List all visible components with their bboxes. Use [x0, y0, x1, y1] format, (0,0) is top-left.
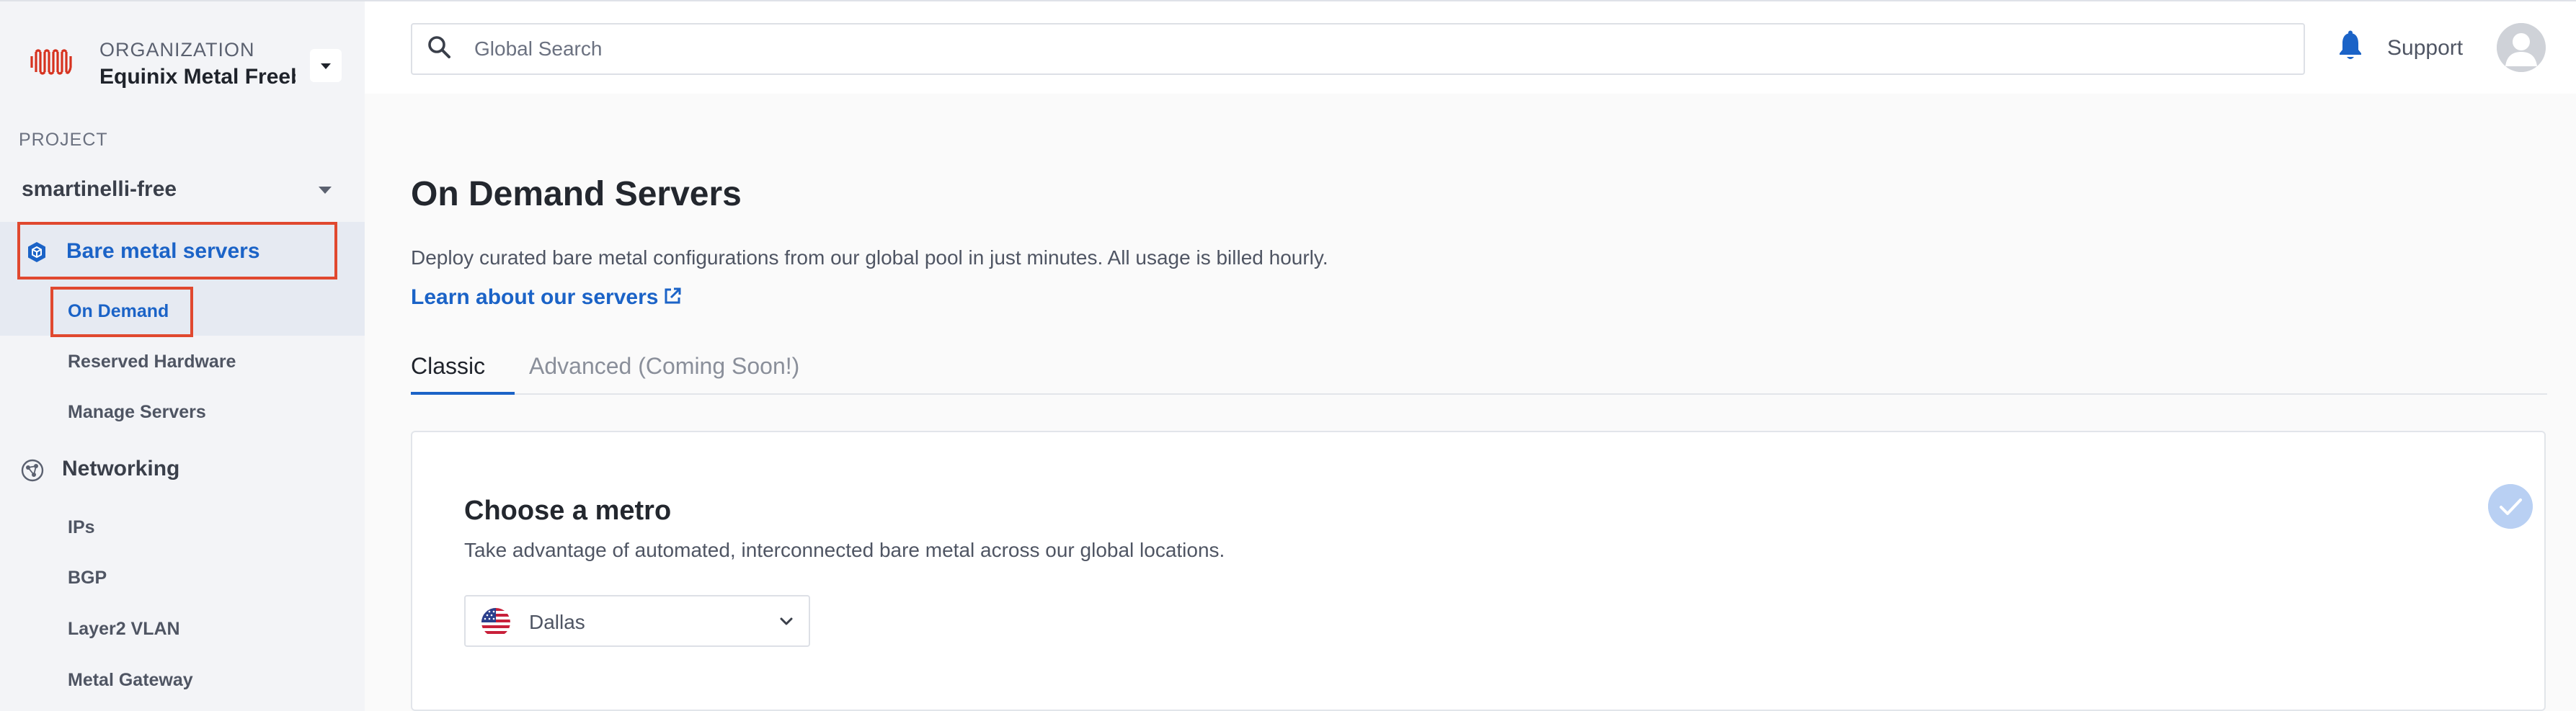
us-flag-icon [481, 608, 510, 637]
user-silhouette-icon [2497, 23, 2546, 72]
sidebar-item-bare-metal-servers[interactable]: Bare metal servers [0, 222, 365, 280]
page-description: Deploy curated bare metal configurations… [411, 246, 1328, 269]
organization-name: Equinix Metal Freebie [99, 65, 296, 89]
metro-select[interactable]: Dallas [464, 595, 810, 647]
learn-link-label: Learn about our servers [411, 285, 659, 309]
sidebar-subitem-manage-servers[interactable]: Manage Servers [68, 402, 206, 423]
sidebar-item-label: Bare metal servers [66, 239, 260, 263]
global-search[interactable] [411, 23, 2305, 75]
sidebar-subitem-layer2-vlan[interactable]: Layer2 VLAN [68, 619, 180, 640]
cube-icon [28, 242, 45, 262]
sidebar-subitem-metal-gateway[interactable]: Metal Gateway [68, 670, 193, 691]
card-title: Choose a metro [464, 496, 672, 526]
tab-advanced[interactable]: Advanced (Coming Soon!) [529, 347, 799, 395]
project-selector[interactable]: smartinelli-free [0, 170, 350, 210]
avatar[interactable] [2497, 23, 2546, 72]
tab-classic[interactable]: Classic [411, 347, 515, 395]
metro-selected-value: Dallas [529, 611, 585, 633]
search-icon [428, 36, 450, 58]
external-link-icon [665, 287, 681, 304]
sidebar-subitem-ips[interactable]: IPs [68, 517, 95, 538]
organization-switcher[interactable]: ORGANIZATION Equinix Metal Freebie [0, 1, 365, 124]
organization-caption: ORGANIZATION [99, 39, 255, 61]
page-title: On Demand Servers [411, 175, 742, 213]
bell-icon[interactable] [2337, 30, 2364, 62]
organization-dropdown-button[interactable] [310, 49, 342, 82]
equinix-logo-icon [30, 49, 72, 75]
sidebar-subitem-reserved-hardware[interactable]: Reserved Hardware [68, 352, 236, 372]
tab-bar: Classic Advanced (Coming Soon!) [411, 347, 2547, 395]
card-description: Take advantage of automated, interconnec… [464, 539, 1225, 561]
support-link[interactable]: Support [2387, 36, 2463, 61]
globe-network-icon [21, 459, 44, 482]
sidebar-item-label: Networking [62, 457, 180, 480]
check-circle-icon [2488, 484, 2533, 529]
choose-metro-card: Choose a metro Take advantage of automat… [411, 431, 2546, 711]
global-search-input[interactable] [474, 24, 2276, 73]
chevron-down-icon [780, 617, 793, 625]
sidebar: ORGANIZATION Equinix Metal Freebie PROJE… [0, 0, 365, 711]
project-name: smartinelli-free [22, 177, 177, 201]
project-caption: PROJECT [19, 130, 108, 150]
sidebar-item-networking[interactable]: Networking [0, 450, 365, 493]
sidebar-subitem-bgp[interactable]: BGP [68, 568, 107, 589]
learn-about-servers-link[interactable]: Learn about our servers [411, 285, 683, 310]
sidebar-subitem-on-demand[interactable]: On Demand [68, 301, 169, 322]
caret-down-icon [319, 187, 332, 194]
top-bar: Support [365, 0, 2576, 94]
main-content: On Demand Servers Deploy curated bare me… [365, 94, 2576, 711]
